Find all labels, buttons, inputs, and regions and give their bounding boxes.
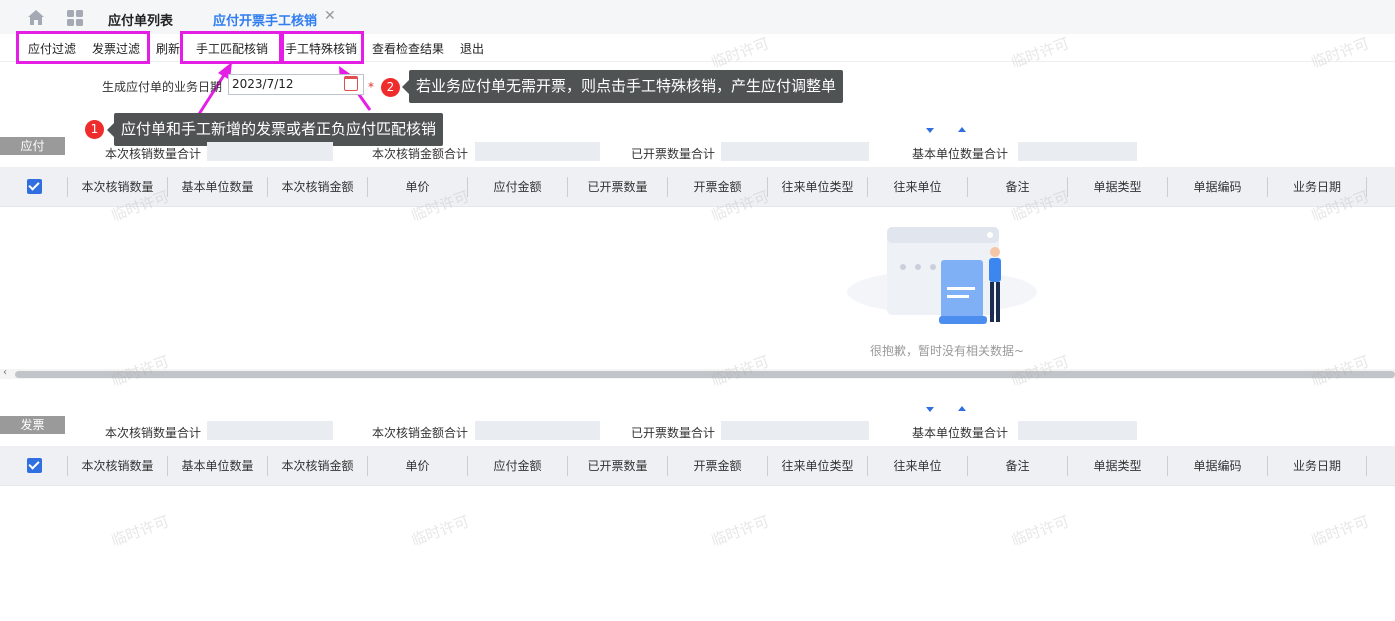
column-header[interactable]: 基本单位数量 <box>167 177 267 197</box>
sum-value <box>721 421 869 440</box>
section-tag-payable: 应付 <box>0 137 65 155</box>
view-check-result-button[interactable]: 查看检查结果 <box>372 40 444 57</box>
watermark: 临时许可 <box>108 512 172 550</box>
watermark: 临时许可 <box>708 512 772 550</box>
home-icon[interactable] <box>27 9 45 26</box>
invoice-table-header: 本次核销数量 基本单位数量 本次核销金额 单价 应付金额 已开票数量 开票金额 … <box>0 446 1395 485</box>
sum-label: 已开票数量合计 <box>631 426 716 440</box>
scroll-left-icon[interactable]: ‹ <box>3 367 7 378</box>
sum-label: 基本单位数量合计 <box>912 147 1009 161</box>
column-header[interactable]: 单据编码 <box>1167 456 1267 476</box>
column-header[interactable]: 往来单位类型 <box>767 177 867 197</box>
column-header[interactable]: 往来单位 <box>867 456 967 476</box>
column-header[interactable]: 已开票数量 <box>567 177 667 197</box>
annotation-badge-1: 1 <box>85 120 104 139</box>
column-header[interactable]: 单价 <box>367 456 467 476</box>
watermark: 临时许可 <box>1308 512 1372 550</box>
watermark: 临时许可 <box>1008 512 1072 550</box>
exit-button[interactable]: 退出 <box>460 40 484 57</box>
sum-value <box>475 142 600 161</box>
column-header[interactable]: 单据类型 <box>1067 177 1167 197</box>
sum-value <box>721 142 869 161</box>
highlight-manual-match <box>180 31 282 64</box>
required-marker: * <box>368 80 374 94</box>
sum-label: 已开票数量合计 <box>631 147 716 161</box>
column-header[interactable]: 单据编码 <box>1167 177 1267 197</box>
column-header[interactable]: 往来单位 <box>867 177 967 197</box>
scrollbar-thumb[interactable] <box>15 371 1395 378</box>
column-header[interactable]: 已开票数量 <box>567 456 667 476</box>
collapse-down-icon[interactable] <box>926 128 934 133</box>
collapse-down-icon[interactable] <box>926 407 934 412</box>
table-divider <box>0 485 1395 486</box>
section-tag-invoice: 发票 <box>0 416 65 434</box>
calendar-icon[interactable] <box>344 76 358 91</box>
sum-value <box>1018 421 1137 440</box>
sum-label: 本次核销数量合计 <box>105 147 202 161</box>
sum-value <box>1018 142 1137 161</box>
empty-data-illustration <box>847 227 1037 324</box>
column-header[interactable]: 本次核销数量 <box>67 456 167 476</box>
select-all-checkbox[interactable] <box>27 458 42 473</box>
grid-icon[interactable] <box>67 10 83 26</box>
select-all-checkbox[interactable] <box>27 179 42 194</box>
highlight-manual-special <box>281 31 364 64</box>
sum-label: 本次核销金额合计 <box>372 426 469 440</box>
column-header[interactable]: 本次核销金额 <box>267 177 367 197</box>
annotation-tip-2: 若业务应付单无需开票，则点击手工特殊核销，产生应付调整单 <box>401 70 844 103</box>
watermark: 临时许可 <box>708 352 772 390</box>
sum-label: 本次核销金额合计 <box>372 147 469 161</box>
column-header[interactable]: 应付金额 <box>467 177 567 197</box>
column-header[interactable]: 本次核销金额 <box>267 456 367 476</box>
column-header[interactable]: 往来单位类型 <box>767 456 867 476</box>
column-header[interactable]: 应付金额 <box>467 456 567 476</box>
sum-label: 基本单位数量合计 <box>912 426 1009 440</box>
watermark: 临时许可 <box>408 512 472 550</box>
sum-value <box>207 142 333 161</box>
column-header[interactable]: 开票金额 <box>667 456 767 476</box>
close-icon[interactable]: ✕ <box>324 8 336 24</box>
column-header[interactable]: 业务日期 <box>1267 456 1367 476</box>
highlight-filter-buttons <box>16 31 150 64</box>
sum-value <box>207 421 333 440</box>
payable-table-header: 本次核销数量 基本单位数量 本次核销金额 单价 应付金额 已开票数量 开票金额 … <box>0 167 1395 206</box>
tab-bar: 应付单列表 应付开票手工核销 ✕ <box>0 0 1395 34</box>
empty-data-text: 很抱歉，暂时没有相关数据~ <box>870 344 1025 358</box>
tab-payable-list[interactable]: 应付单列表 <box>108 10 173 29</box>
business-date-label: 生成应付单的业务日期 <box>102 80 223 94</box>
tab-manual-writeoff[interactable]: 应付开票手工核销 <box>213 10 317 29</box>
sum-label: 本次核销数量合计 <box>105 426 202 440</box>
annotation-badge-2: 2 <box>381 78 400 97</box>
watermark: 临时许可 <box>108 352 172 390</box>
column-header[interactable]: 单据类型 <box>1067 456 1167 476</box>
collapse-up-icon[interactable] <box>958 127 966 132</box>
collapse-up-icon[interactable] <box>958 406 966 411</box>
refresh-button[interactable]: 刷新 <box>156 40 180 57</box>
column-header[interactable]: 基本单位数量 <box>167 456 267 476</box>
table-divider <box>0 206 1395 207</box>
watermark: 临时许可 <box>1308 352 1372 390</box>
column-header[interactable]: 备注 <box>967 456 1067 476</box>
sum-value <box>475 421 600 440</box>
